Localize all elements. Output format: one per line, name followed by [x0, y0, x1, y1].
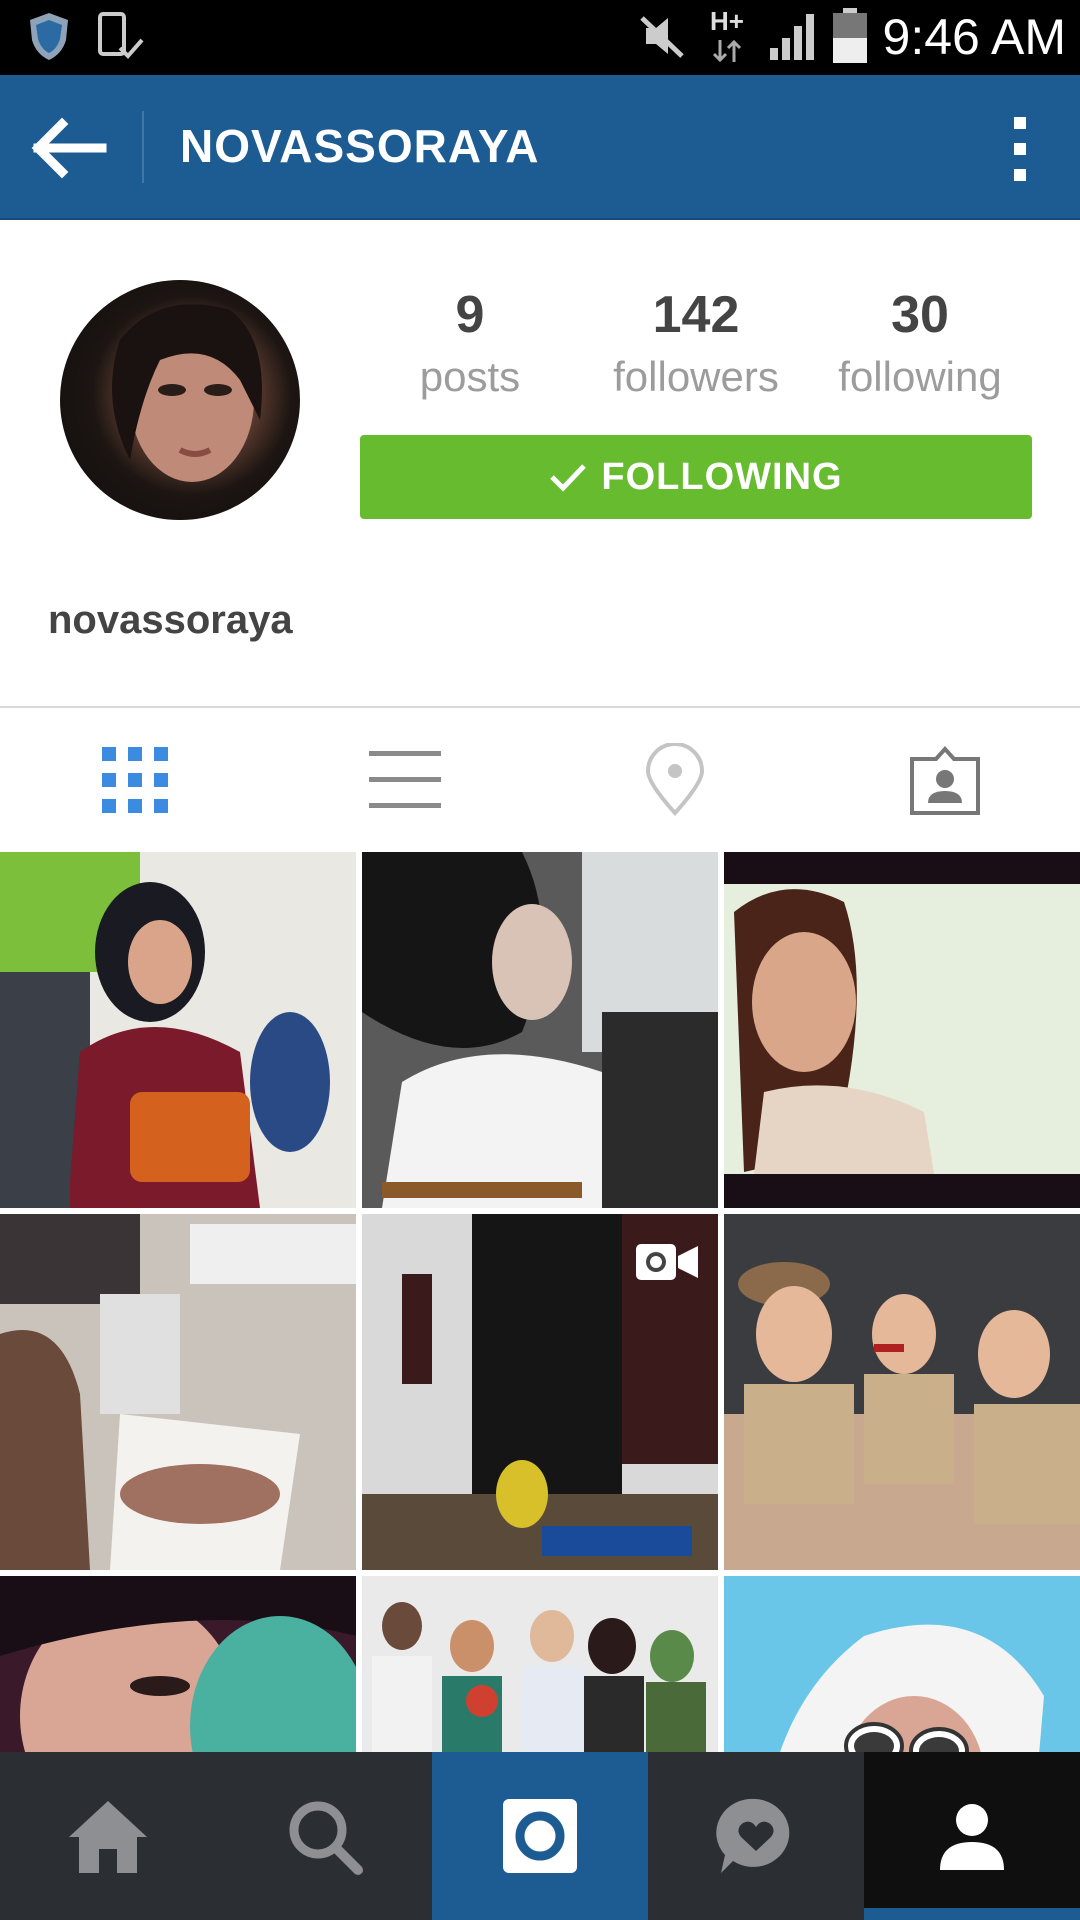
tab-location[interactable] [615, 730, 735, 830]
search-icon [289, 1801, 363, 1875]
app-header: NOVASSORAYA [0, 75, 1080, 220]
grid-item[interactable] [362, 1214, 718, 1570]
photo-grid [0, 852, 1080, 1752]
posts-count: 9 [455, 286, 485, 344]
nav-profile[interactable] [864, 1752, 1080, 1920]
grid-item[interactable] [724, 1214, 1080, 1570]
followers-count: 142 [652, 286, 740, 344]
tab-grid[interactable] [75, 730, 195, 830]
nav-activity[interactable] [648, 1752, 864, 1920]
mute-icon [640, 16, 684, 58]
battery-icon [833, 8, 867, 63]
location-pin-icon [645, 743, 705, 816]
clock: 9:46 AM [882, 9, 1066, 65]
home-icon [69, 1801, 147, 1873]
avatar [60, 280, 300, 520]
stat-followers[interactable]: 142 followers [596, 285, 796, 401]
status-bar: H+ 9:46 AM [0, 0, 1080, 75]
grid-item[interactable] [0, 852, 356, 1208]
tab-tagged[interactable] [885, 730, 1005, 830]
video-camera-icon [636, 1244, 698, 1280]
grid-item[interactable] [0, 1214, 356, 1570]
list-icon [369, 751, 441, 808]
shield-icon [30, 13, 68, 60]
network-type: H+ [710, 6, 744, 36]
network-icon [712, 39, 742, 63]
following-count: 30 [891, 286, 949, 344]
nav-search[interactable] [216, 1752, 432, 1920]
bottom-nav [0, 1752, 1080, 1920]
following-button-label: FOLLOWING [601, 455, 843, 498]
page-title: NOVASSORAYA [180, 120, 540, 172]
phone-check-icon [98, 12, 144, 59]
header-divider [142, 111, 144, 183]
signal-icon [770, 14, 814, 60]
nav-camera[interactable] [432, 1752, 648, 1920]
grid-item[interactable] [724, 852, 1080, 1208]
stat-following[interactable]: 30 following [820, 285, 1020, 401]
following-button[interactable]: FOLLOWING [360, 435, 1032, 519]
tagged-person-icon [910, 746, 980, 815]
profile-username: novassoraya [48, 598, 293, 642]
nav-home[interactable] [0, 1752, 216, 1920]
stat-posts[interactable]: 9 posts [370, 285, 570, 401]
divider [0, 706, 1080, 708]
back-arrow-icon[interactable] [30, 113, 110, 183]
grid-item[interactable] [362, 1576, 718, 1752]
followers-label: followers [613, 353, 779, 400]
activity-heart-icon [716, 1798, 790, 1873]
grid-icon [102, 747, 168, 813]
grid-item[interactable] [362, 852, 718, 1208]
profile-icon [940, 1804, 1004, 1870]
tab-list[interactable] [345, 730, 465, 830]
following-label: following [838, 353, 1002, 400]
grid-item[interactable] [724, 1576, 1080, 1752]
check-icon [550, 464, 587, 492]
active-tab-indicator [864, 1908, 1080, 1920]
more-vert-icon[interactable] [990, 113, 1050, 185]
grid-item[interactable] [0, 1576, 370, 1752]
camera-icon [503, 1799, 577, 1873]
avatar-photo [112, 304, 262, 482]
posts-label: posts [419, 353, 521, 400]
